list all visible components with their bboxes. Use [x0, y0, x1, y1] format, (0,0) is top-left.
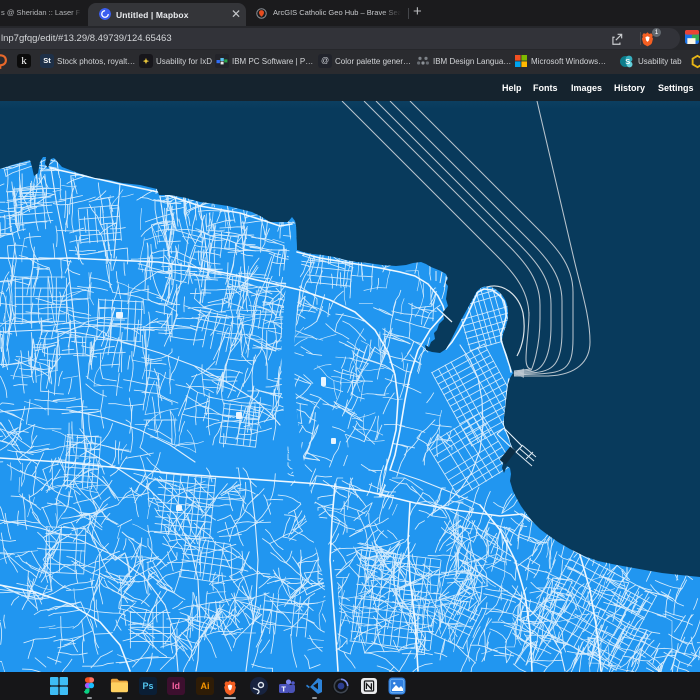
svg-text:T: T	[281, 684, 286, 693]
svg-text:S: S	[625, 57, 630, 66]
